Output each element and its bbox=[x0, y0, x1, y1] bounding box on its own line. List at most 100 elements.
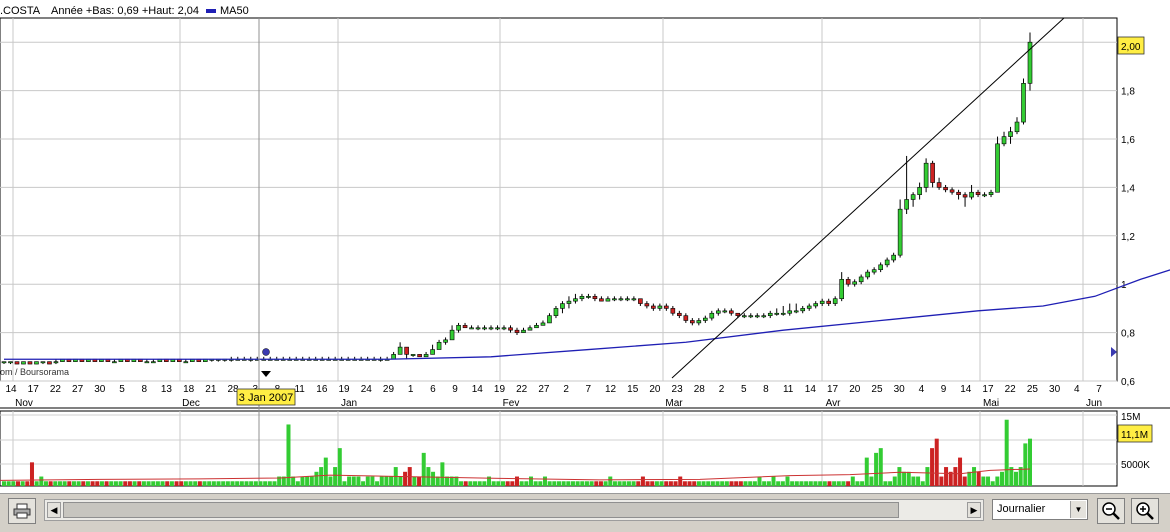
candle-body bbox=[936, 182, 942, 188]
candle-body bbox=[443, 339, 448, 343]
candle-body bbox=[664, 305, 669, 309]
volume-bar bbox=[762, 481, 767, 486]
x-tick-label: 22 bbox=[516, 384, 528, 395]
candle-body bbox=[423, 354, 429, 358]
volume-bar bbox=[626, 481, 631, 486]
volume-bar bbox=[682, 481, 687, 486]
volume-bar bbox=[2, 481, 6, 486]
y-tick-label: 1,2 bbox=[1121, 232, 1135, 243]
candle-body bbox=[690, 320, 695, 324]
candle-body bbox=[677, 312, 682, 316]
candle-body bbox=[767, 312, 773, 316]
volume-bar bbox=[668, 481, 673, 486]
chart-title: .COSTA bbox=[0, 5, 41, 17]
x-tick-label: 9 bbox=[941, 384, 947, 395]
volume-bar bbox=[342, 481, 347, 486]
volume-bar bbox=[333, 467, 338, 486]
horizontal-scrollbar[interactable]: ◀ ▶ bbox=[44, 499, 984, 521]
volume-bar bbox=[794, 481, 799, 486]
candle-body bbox=[501, 327, 507, 330]
volume-bar bbox=[221, 481, 226, 486]
volume-bar bbox=[766, 481, 771, 486]
volume-bar bbox=[174, 481, 179, 486]
volume-bar bbox=[883, 481, 888, 486]
volume-bar bbox=[505, 481, 510, 486]
volume-bar bbox=[468, 481, 473, 486]
chart-svg[interactable]: 0,60,811,21,41,61,8141722273058131821283… bbox=[0, 0, 1170, 493]
candle-body bbox=[397, 346, 403, 355]
volume-bar bbox=[291, 476, 296, 486]
volume-bar bbox=[183, 481, 188, 486]
volume-bar bbox=[501, 481, 506, 486]
month-label: Nov bbox=[15, 398, 33, 409]
volume-bar bbox=[598, 481, 603, 486]
volume-tick-label: 15M bbox=[1121, 412, 1140, 423]
candle-body bbox=[969, 191, 974, 198]
volume-bar bbox=[53, 481, 58, 486]
volume-bar bbox=[776, 481, 781, 486]
zoom-in-button[interactable] bbox=[1131, 498, 1159, 524]
last-price-label: 2,00 bbox=[1121, 42, 1141, 53]
scroll-thumb[interactable] bbox=[63, 502, 899, 518]
x-tick-label: 14 bbox=[5, 384, 17, 395]
volume-bar bbox=[295, 481, 300, 486]
candle-body bbox=[605, 298, 611, 302]
volume-bar bbox=[76, 481, 81, 486]
candle-body bbox=[904, 199, 909, 210]
candle-body bbox=[988, 191, 994, 195]
candle-body bbox=[495, 327, 500, 330]
candle-body bbox=[462, 325, 468, 329]
volume-bar bbox=[584, 481, 589, 486]
candle-body bbox=[1014, 121, 1020, 133]
watermark: om / Boursorama bbox=[0, 367, 69, 377]
volume-bar bbox=[104, 481, 109, 486]
scroll-right-button[interactable]: ▶ bbox=[967, 502, 981, 518]
volume-bar bbox=[225, 481, 230, 486]
volume-bar bbox=[1004, 419, 1009, 486]
x-tick-label: 23 bbox=[672, 384, 684, 395]
candle-body bbox=[657, 305, 663, 309]
month-label: Mar bbox=[665, 398, 683, 409]
volume-bar bbox=[995, 476, 1000, 486]
volume-bar bbox=[692, 481, 697, 486]
candle-body bbox=[923, 162, 929, 188]
candle-body bbox=[891, 254, 896, 261]
volume-bar bbox=[874, 452, 879, 486]
volume-bar bbox=[193, 481, 198, 486]
candle-body bbox=[508, 327, 513, 331]
volume-bar bbox=[123, 481, 128, 486]
candle-body bbox=[521, 329, 526, 333]
volume-bar bbox=[323, 457, 328, 486]
x-tick-label: 13 bbox=[161, 384, 173, 395]
volume-bar bbox=[650, 481, 655, 486]
volume-bar bbox=[808, 481, 813, 486]
volume-bar bbox=[860, 481, 865, 486]
volume-bar bbox=[29, 462, 34, 486]
cursor-marker bbox=[262, 348, 270, 356]
volume-bar bbox=[1023, 443, 1028, 486]
candle-body bbox=[962, 194, 968, 198]
volume-bar bbox=[757, 476, 762, 486]
volume-bar bbox=[90, 481, 95, 486]
volume-bar bbox=[631, 481, 636, 486]
candle-body bbox=[995, 143, 1000, 193]
zoom-out-button[interactable] bbox=[1097, 498, 1125, 524]
volume-bar bbox=[608, 476, 613, 486]
x-tick-label: 5 bbox=[119, 384, 125, 395]
volume-bar bbox=[958, 457, 963, 486]
volume-bar bbox=[412, 476, 417, 486]
candle-body bbox=[553, 308, 559, 316]
x-tick-label: 17 bbox=[982, 384, 994, 395]
period-select[interactable]: Journalier ▼ bbox=[992, 499, 1088, 520]
candle-body bbox=[748, 315, 754, 318]
chevron-down-icon[interactable]: ▼ bbox=[1070, 501, 1086, 518]
candle-body bbox=[560, 303, 565, 309]
volume-bar bbox=[734, 481, 739, 486]
candle-body bbox=[956, 191, 961, 195]
print-button[interactable] bbox=[8, 498, 36, 524]
volume-bar bbox=[95, 481, 100, 486]
candle-body bbox=[917, 187, 922, 195]
stock-chart[interactable]: 0,60,811,21,41,61,8141722273058131821283… bbox=[0, 0, 1170, 493]
scroll-left-button[interactable]: ◀ bbox=[47, 502, 61, 518]
volume-bar bbox=[211, 481, 216, 486]
